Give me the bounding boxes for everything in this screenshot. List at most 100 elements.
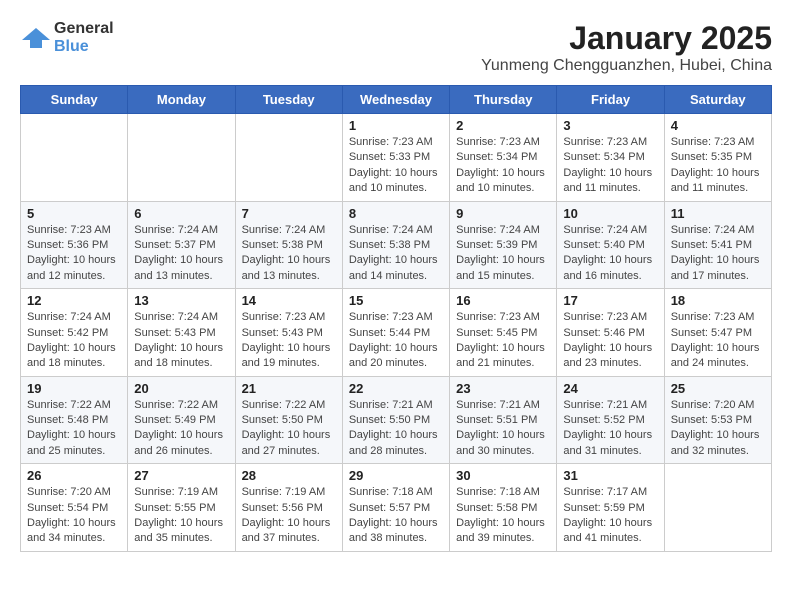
day-number: 31	[563, 468, 657, 483]
day-of-week-header: Saturday	[664, 86, 771, 114]
day-number: 25	[671, 381, 765, 396]
day-info: Sunrise: 7:19 AM Sunset: 5:55 PM Dayligh…	[134, 485, 228, 547]
day-info: Sunrise: 7:22 AM Sunset: 5:50 PM Dayligh…	[242, 398, 336, 460]
day-number: 22	[349, 381, 443, 396]
title-section: January 2025 Yunmeng Chengguanzhen, Hube…	[481, 20, 772, 75]
day-number: 23	[456, 381, 550, 396]
day-of-week-header: Wednesday	[342, 86, 449, 114]
day-info: Sunrise: 7:23 AM Sunset: 5:34 PM Dayligh…	[563, 135, 657, 197]
calendar-week-row: 12Sunrise: 7:24 AM Sunset: 5:42 PM Dayli…	[21, 289, 772, 377]
calendar-cell: 10 Sunrise: 7:24 AM Sunset: 5:40 PM Dayli…	[557, 201, 664, 289]
day-number: 18	[671, 293, 765, 308]
calendar-cell: 2Sunrise: 7:23 AM Sunset: 5:34 PM Daylig…	[450, 114, 557, 202]
calendar-cell: 31 Sunrise: 7:17 AM Sunset: 5:59 PM Dayli…	[557, 464, 664, 552]
day-number: 3	[563, 118, 657, 133]
calendar-cell	[128, 114, 235, 202]
month-title: January 2025	[481, 20, 772, 57]
day-number: 26	[27, 468, 121, 483]
calendar-cell: 30 Sunrise: 7:18 AM Sunset: 5:58 PM Dayli…	[450, 464, 557, 552]
calendar-cell: 18 Sunrise: 7:23 AM Sunset: 5:47 PM Dayli…	[664, 289, 771, 377]
day-number: 6	[134, 206, 228, 221]
day-info: Sunrise: 7:22 AM Sunset: 5:49 PM Dayligh…	[134, 398, 228, 460]
day-of-week-header: Tuesday	[235, 86, 342, 114]
calendar-cell: 20 Sunrise: 7:22 AM Sunset: 5:49 PM Dayli…	[128, 376, 235, 464]
calendar-cell: 16Sunrise: 7:23 AM Sunset: 5:45 PM Dayli…	[450, 289, 557, 377]
calendar-cell: 13Sunrise: 7:24 AM Sunset: 5:43 PM Dayli…	[128, 289, 235, 377]
calendar-cell: 17 Sunrise: 7:23 AM Sunset: 5:46 PM Dayli…	[557, 289, 664, 377]
day-number: 13	[134, 293, 228, 308]
day-info: Sunrise: 7:24 AM Sunset: 5:37 PM Dayligh…	[134, 223, 228, 285]
calendar-header-row: SundayMondayTuesdayWednesdayThursdayFrid…	[21, 86, 772, 114]
day-info: Sunrise: 7:23 AM Sunset: 5:36 PM Dayligh…	[27, 223, 121, 285]
calendar-cell: 1Sunrise: 7:23 AM Sunset: 5:33 PM Daylig…	[342, 114, 449, 202]
day-number: 30	[456, 468, 550, 483]
calendar-cell: 25Sunrise: 7:20 AM Sunset: 5:53 PM Dayli…	[664, 376, 771, 464]
calendar-cell: 23 Sunrise: 7:21 AM Sunset: 5:51 PM Dayli…	[450, 376, 557, 464]
day-info: Sunrise: 7:24 AM Sunset: 5:41 PM Dayligh…	[671, 223, 765, 285]
day-number: 15	[349, 293, 443, 308]
day-info: Sunrise: 7:23 AM Sunset: 5:46 PM Dayligh…	[563, 310, 657, 372]
calendar-table: SundayMondayTuesdayWednesdayThursdayFrid…	[20, 85, 772, 552]
day-info: Sunrise: 7:23 AM Sunset: 5:45 PM Dayligh…	[456, 310, 550, 372]
calendar-cell: 4Sunrise: 7:23 AM Sunset: 5:35 PM Daylig…	[664, 114, 771, 202]
calendar-week-row: 1Sunrise: 7:23 AM Sunset: 5:33 PM Daylig…	[21, 114, 772, 202]
calendar-cell: 8Sunrise: 7:24 AM Sunset: 5:38 PM Daylig…	[342, 201, 449, 289]
calendar-cell: 22 Sunrise: 7:21 AM Sunset: 5:50 PM Dayli…	[342, 376, 449, 464]
calendar-cell: 12Sunrise: 7:24 AM Sunset: 5:42 PM Dayli…	[21, 289, 128, 377]
day-number: 10	[563, 206, 657, 221]
calendar-cell: 26Sunrise: 7:20 AM Sunset: 5:54 PM Dayli…	[21, 464, 128, 552]
logo-blue-text: Blue	[54, 38, 114, 56]
day-info: Sunrise: 7:17 AM Sunset: 5:59 PM Dayligh…	[563, 485, 657, 547]
day-number: 17	[563, 293, 657, 308]
day-info: Sunrise: 7:18 AM Sunset: 5:58 PM Dayligh…	[456, 485, 550, 547]
calendar-cell: 14Sunrise: 7:23 AM Sunset: 5:43 PM Dayli…	[235, 289, 342, 377]
calendar-cell: 3 Sunrise: 7:23 AM Sunset: 5:34 PM Daylig…	[557, 114, 664, 202]
calendar-week-row: 19 Sunrise: 7:22 AM Sunset: 5:48 PM Dayli…	[21, 376, 772, 464]
day-number: 14	[242, 293, 336, 308]
calendar-week-row: 5 Sunrise: 7:23 AM Sunset: 5:36 PM Daylig…	[21, 201, 772, 289]
calendar-cell: 21 Sunrise: 7:22 AM Sunset: 5:50 PM Dayli…	[235, 376, 342, 464]
calendar-cell: 29 Sunrise: 7:18 AM Sunset: 5:57 PM Dayli…	[342, 464, 449, 552]
calendar-cell: 11 Sunrise: 7:24 AM Sunset: 5:41 PM Dayli…	[664, 201, 771, 289]
day-number: 24	[563, 381, 657, 396]
day-info: Sunrise: 7:18 AM Sunset: 5:57 PM Dayligh…	[349, 485, 443, 547]
day-info: Sunrise: 7:24 AM Sunset: 5:39 PM Dayligh…	[456, 223, 550, 285]
page-header: General Blue January 2025 Yunmeng Chengg…	[20, 20, 772, 75]
day-number: 9	[456, 206, 550, 221]
day-number: 5	[27, 206, 121, 221]
day-number: 27	[134, 468, 228, 483]
day-info: Sunrise: 7:23 AM Sunset: 5:47 PM Dayligh…	[671, 310, 765, 372]
day-info: Sunrise: 7:23 AM Sunset: 5:35 PM Dayligh…	[671, 135, 765, 197]
day-number: 19	[27, 381, 121, 396]
calendar-cell	[235, 114, 342, 202]
day-number: 21	[242, 381, 336, 396]
day-info: Sunrise: 7:21 AM Sunset: 5:52 PM Dayligh…	[563, 398, 657, 460]
day-of-week-header: Friday	[557, 86, 664, 114]
day-number: 20	[134, 381, 228, 396]
calendar-cell: 27 Sunrise: 7:19 AM Sunset: 5:55 PM Dayli…	[128, 464, 235, 552]
day-info: Sunrise: 7:21 AM Sunset: 5:51 PM Dayligh…	[456, 398, 550, 460]
calendar-cell	[21, 114, 128, 202]
calendar-cell: 9 Sunrise: 7:24 AM Sunset: 5:39 PM Daylig…	[450, 201, 557, 289]
calendar-cell: 15Sunrise: 7:23 AM Sunset: 5:44 PM Dayli…	[342, 289, 449, 377]
logo-general-text: General	[54, 20, 114, 38]
day-number: 28	[242, 468, 336, 483]
calendar-cell: 7Sunrise: 7:24 AM Sunset: 5:38 PM Daylig…	[235, 201, 342, 289]
day-info: Sunrise: 7:21 AM Sunset: 5:50 PM Dayligh…	[349, 398, 443, 460]
calendar-week-row: 26Sunrise: 7:20 AM Sunset: 5:54 PM Dayli…	[21, 464, 772, 552]
logo: General Blue	[20, 20, 114, 55]
day-info: Sunrise: 7:24 AM Sunset: 5:40 PM Dayligh…	[563, 223, 657, 285]
day-number: 29	[349, 468, 443, 483]
day-info: Sunrise: 7:22 AM Sunset: 5:48 PM Dayligh…	[27, 398, 121, 460]
day-of-week-header: Thursday	[450, 86, 557, 114]
day-number: 8	[349, 206, 443, 221]
day-number: 11	[671, 206, 765, 221]
day-of-week-header: Monday	[128, 86, 235, 114]
calendar-cell: 19 Sunrise: 7:22 AM Sunset: 5:48 PM Dayli…	[21, 376, 128, 464]
day-info: Sunrise: 7:19 AM Sunset: 5:56 PM Dayligh…	[242, 485, 336, 547]
day-of-week-header: Sunday	[21, 86, 128, 114]
day-number: 2	[456, 118, 550, 133]
day-number: 7	[242, 206, 336, 221]
calendar-cell: 6 Sunrise: 7:24 AM Sunset: 5:37 PM Daylig…	[128, 201, 235, 289]
calendar-cell: 28 Sunrise: 7:19 AM Sunset: 5:56 PM Dayli…	[235, 464, 342, 552]
